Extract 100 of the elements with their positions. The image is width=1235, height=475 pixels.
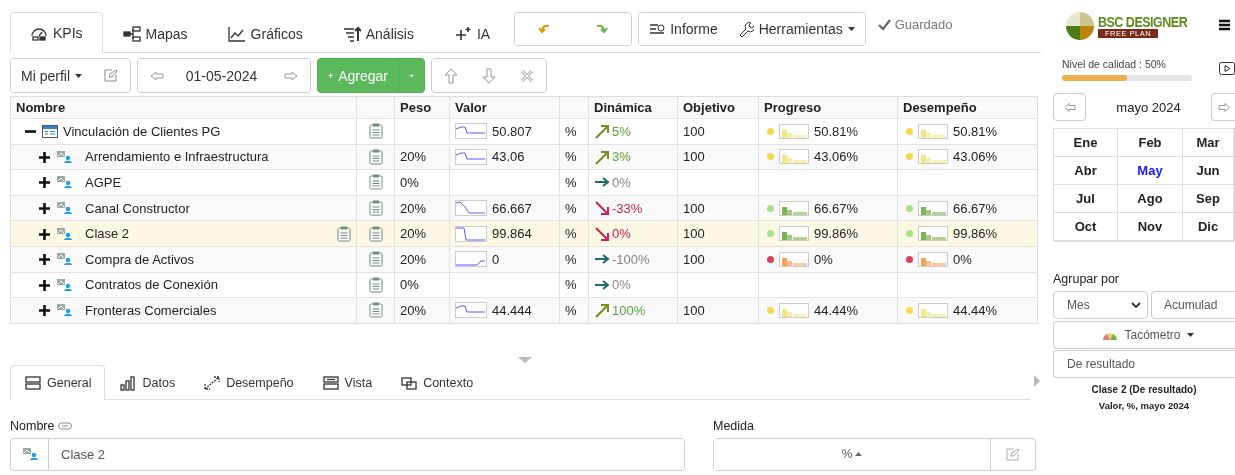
column-header[interactable]: Nombre: [16, 100, 66, 115]
notes-button[interactable]: [368, 251, 383, 268]
detail-tab[interactable]: Contexto: [386, 365, 488, 400]
month-title: mayo 2024: [1116, 99, 1181, 115]
expand-icon[interactable]: [38, 203, 50, 215]
expand-icon[interactable]: [38, 305, 50, 317]
sparkline-icon: [455, 123, 487, 140]
expand-panel-icon[interactable]: [1034, 374, 1040, 387]
nav-tab[interactable]: Análisis: [322, 13, 434, 53]
nav-tab[interactable]: Gráficos: [207, 13, 323, 53]
weight-value: 20%: [400, 200, 427, 216]
column-header[interactable]: Peso: [400, 100, 432, 115]
kpi-value: 66.667: [492, 200, 532, 216]
expand-icon[interactable]: [38, 177, 50, 189]
chart-icon: [227, 25, 246, 42]
nav-tab[interactable]: Mapas: [102, 13, 208, 53]
notes-button[interactable]: [368, 225, 383, 242]
expand-icon[interactable]: [38, 228, 50, 240]
month-cell[interactable]: Nov: [1118, 213, 1183, 241]
name-field[interactable]: Clase 2: [10, 437, 685, 471]
kpi-row[interactable]: Contratos de Conexión 0% % 0%: [11, 271, 1037, 298]
chart-subtitle: Valor, %, mayo 2024: [1097, 399, 1191, 413]
month-cell[interactable]: Abr: [1054, 157, 1118, 185]
caret-icon: [75, 73, 82, 78]
detail-tab[interactable]: Datos: [105, 365, 190, 400]
change-value: 3%: [612, 149, 631, 165]
kpi-row[interactable]: Canal Constructor 20% 66.667 % -33% 100 66.67% 66.67%: [11, 194, 1037, 221]
unit-label: %: [565, 200, 577, 216]
month-cell[interactable]: Oct: [1054, 213, 1118, 241]
progress-value: 99.86%: [814, 226, 859, 242]
month-cell[interactable]: Jun: [1183, 157, 1234, 185]
chart-type-dropdown[interactable]: Tacómetro: [1053, 321, 1235, 349]
unit-label: %: [565, 175, 577, 190]
period-select[interactable]: Mes: [1053, 291, 1148, 319]
month-cell[interactable]: Dic: [1183, 213, 1234, 241]
sparkline-icon: [455, 302, 487, 319]
kpi-icon: [56, 252, 72, 267]
kpi-icon: [56, 226, 72, 241]
kpi-row[interactable]: Arrendamiento e Infraestructura 20% 43.06 % 3% 100 43.06% 43.06%: [11, 143, 1037, 170]
detail-tab[interactable]: Vista: [307, 365, 387, 400]
detail-tab[interactable]: General: [10, 364, 106, 400]
month-cell[interactable]: Ago: [1118, 185, 1183, 213]
month-cell[interactable]: Feb: [1118, 129, 1183, 157]
kpi-row[interactable]: Clase 2 20% 99.864 % 0% 100 99.86% 99.86%: [11, 220, 1037, 246]
progress-value: 0%: [814, 251, 833, 267]
kpi-row[interactable]: AGPE 0% % 0%: [11, 169, 1037, 195]
month-cell[interactable]: May: [1118, 157, 1183, 185]
kpi-icon: [56, 175, 72, 190]
month-cell[interactable]: Ene: [1054, 129, 1118, 157]
month-cell[interactable]: Sep: [1183, 185, 1234, 213]
column-header[interactable]: Dinámica: [594, 100, 652, 115]
wrench-icon: [737, 21, 754, 37]
unit-label: %: [565, 277, 577, 293]
left-arrow-icon: [150, 70, 164, 81]
kpi-name: AGPE: [85, 175, 123, 190]
kpi-value: 0: [492, 251, 500, 267]
column-header[interactable]: Progreso: [764, 100, 822, 115]
kpi-row[interactable]: Fronteras Comerciales 20% 44.444 % 100% 100 44.44% 44.44%: [11, 297, 1037, 323]
play-video-button[interactable]: [1219, 62, 1235, 78]
target-value: 100: [683, 251, 705, 267]
target-value: 100: [683, 302, 705, 318]
kpi-row[interactable]: Compra de Activos 20% 0 % -100% 100 0% 0%: [11, 245, 1037, 272]
month-cell[interactable]: Mar: [1183, 129, 1234, 157]
right-arrow-icon: [284, 70, 298, 81]
mode-select[interactable]: Acumulad: [1151, 291, 1235, 319]
link-icon: [58, 421, 73, 430]
column-header[interactable]: Desempeño: [903, 100, 977, 115]
save-status: Guardado: [894, 16, 953, 32]
expand-icon[interactable]: [38, 279, 50, 291]
month-cell[interactable]: Jul: [1054, 185, 1118, 213]
collapse-handle-icon[interactable]: [518, 356, 532, 363]
notes-button[interactable]: [368, 148, 383, 165]
performance-value: 0%: [953, 251, 972, 267]
column-header[interactable]: Objetivo: [683, 100, 735, 115]
sparkline-icon: [455, 225, 487, 242]
indicator-type-select[interactable]: De resultado: [1053, 350, 1235, 378]
kpi-name: Vinculación de Clientes PG: [63, 123, 222, 139]
notes-button[interactable]: [368, 276, 383, 293]
edit-icon[interactable]: [1006, 447, 1020, 461]
performance-chart-icon: [918, 302, 948, 318]
notes-button[interactable]: [368, 302, 383, 319]
notes-button[interactable]: [368, 174, 383, 191]
next-month-button[interactable]: [1211, 93, 1235, 121]
field-label: Nombre: [10, 418, 55, 433]
column-header[interactable]: Valor: [455, 100, 487, 115]
unit-label: %: [565, 123, 577, 139]
comment-icon[interactable]: [337, 225, 351, 242]
sparkline-icon: [455, 200, 487, 217]
table-icon: [42, 124, 58, 138]
progress-chart-icon: [779, 226, 809, 242]
kpi-icon: [56, 149, 72, 164]
expand-icon[interactable]: [38, 151, 50, 163]
kpi-row[interactable]: Vinculación de Clientes PG 50.807 % 5% 100 50.81% 50.81%: [11, 118, 1037, 144]
expand-icon[interactable]: [38, 254, 50, 266]
nav-tab[interactable]: KPIs: [10, 12, 103, 53]
notes-button[interactable]: [368, 200, 383, 217]
notes-button[interactable]: [368, 123, 383, 140]
quality-label: Nivel de calidad : 50%: [1062, 58, 1167, 70]
detail-tab[interactable]: Desempeño: [189, 365, 308, 400]
nav-tab[interactable]: IA: [434, 13, 511, 53]
